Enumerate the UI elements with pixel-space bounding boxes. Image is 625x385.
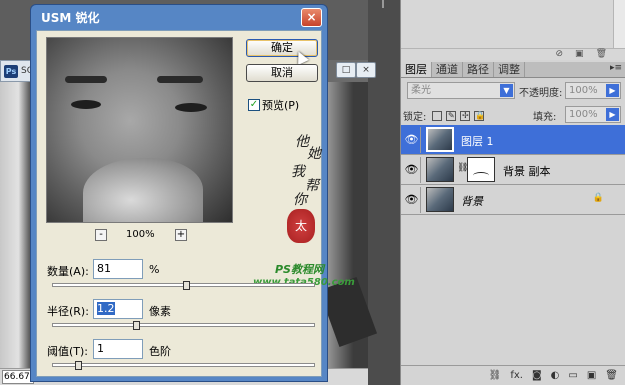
close-window-button[interactable]: × xyxy=(356,62,376,78)
trash-icon[interactable]: 🗑 xyxy=(605,370,618,381)
new-group-icon[interactable]: ▭ xyxy=(568,370,577,381)
radius-slider-track[interactable] xyxy=(52,323,315,327)
upper-panel-scrollbar[interactable] xyxy=(613,0,625,48)
ok-button[interactable]: 确定 xyxy=(246,39,318,57)
tab-channels[interactable]: 通道 xyxy=(432,62,463,77)
preview-eye-left xyxy=(71,100,101,109)
preview-brow-right xyxy=(157,76,203,83)
tab-adjustments[interactable]: 调整 xyxy=(494,62,525,77)
tab-paths[interactable]: 路径 xyxy=(463,62,494,77)
zoom-out-button[interactable]: - xyxy=(95,229,107,241)
lock-pixels-icon[interactable]: ✎ xyxy=(446,110,457,121)
layer-mask-thumbnail[interactable] xyxy=(467,157,495,182)
lock-all-icon[interactable]: 🔒 xyxy=(474,110,485,121)
chevron-right-icon: ▶ xyxy=(606,108,619,121)
layer-name: 图层 1 xyxy=(461,135,494,148)
chevron-down-icon: ▼ xyxy=(500,84,513,97)
trash-icon[interactable]: 🗑 xyxy=(596,49,607,60)
new-item-icon[interactable]: ▣ xyxy=(575,49,584,60)
add-mask-icon[interactable]: ◙ xyxy=(532,370,542,381)
watermark-site-name: PS教程网 xyxy=(275,263,324,276)
blend-mode-value: 柔光 xyxy=(411,85,431,96)
radius-input[interactable]: 1.2 xyxy=(93,299,143,319)
layer-name: 背景 副本 xyxy=(503,165,551,178)
cancel-button[interactable]: 取消 xyxy=(246,64,318,82)
layer-row[interactable]: 👁 背景 🔒 xyxy=(401,185,625,215)
layer-row[interactable]: 👁 图层 1 xyxy=(401,125,625,155)
opacity-field[interactable]: 100% ▶ xyxy=(565,82,621,99)
no-icon[interactable]: ⊘ xyxy=(556,49,564,60)
threshold-input[interactable]: 1 xyxy=(93,339,143,359)
preview-image[interactable] xyxy=(46,37,233,223)
amount-slider-thumb[interactable] xyxy=(182,281,190,290)
lock-position-icon[interactable]: ✢ xyxy=(460,110,471,121)
zoom-in-button[interactable]: + xyxy=(175,229,187,241)
blend-mode-select[interactable]: 柔光 ▼ xyxy=(407,82,515,99)
fill-field[interactable]: 100% ▶ xyxy=(565,106,621,123)
divider-grip[interactable] xyxy=(382,0,384,8)
preview-zoom-percent: 100% xyxy=(126,229,155,240)
lock-transparency-icon[interactable] xyxy=(432,110,443,121)
fx-icon[interactable]: fx. xyxy=(510,370,523,381)
layer-thumbnail xyxy=(426,157,454,182)
preview-eye-right xyxy=(175,103,207,112)
fill-label: 填充: xyxy=(533,112,557,123)
preview-checkbox-row[interactable]: ✓ 预览(P) xyxy=(248,97,299,113)
fill-value: 100% xyxy=(569,109,598,120)
link-layers-icon[interactable]: ⛓ xyxy=(489,370,502,381)
upper-panel-footer: ⊘ ▣ 🗑 xyxy=(401,48,625,60)
layers-panel: 图层 通道 路径 调整 ▸≡ 柔光 ▼ 不透明度: 100% ▶ 锁定: ✎ ✢… xyxy=(400,60,625,385)
dialog-title: USM 锐化 xyxy=(41,11,100,25)
amount-input[interactable]: 81 xyxy=(93,259,143,279)
layers-panel-footer: ⛓ fx. ◙ ◐ ▭ ▣ 🗑 xyxy=(401,365,625,385)
watermark-seal-icon: 太 xyxy=(287,209,315,243)
lock-row: 锁定: ✎ ✢ 🔒 xyxy=(403,108,488,123)
dialog-body: - 100% + 确定 取消 ✓ 预览(P) 他 她 我 帮 你 太 PS教程网… xyxy=(36,30,355,377)
threshold-label: 阈值(T): xyxy=(47,345,89,358)
dialog-close-button[interactable]: × xyxy=(301,8,322,27)
threshold-slider-thumb[interactable] xyxy=(75,361,82,370)
watermark-char: 她 xyxy=(307,146,321,162)
opacity-label: 不透明度: xyxy=(519,88,563,99)
preview-checkbox-label: 预览(P) xyxy=(262,99,300,112)
watermark-char: 你 xyxy=(293,192,307,208)
amount-label: 数量(A): xyxy=(47,265,89,278)
watermark-char: 帮 xyxy=(305,178,319,194)
radius-unit: 像素 xyxy=(149,305,171,318)
radius-label: 半径(R): xyxy=(47,305,89,318)
threshold-slider-track[interactable] xyxy=(52,363,315,367)
eye-icon[interactable]: 👁 xyxy=(403,157,421,183)
layer-name: 背景 xyxy=(461,195,483,208)
upper-panel: ⊘ ▣ 🗑 xyxy=(400,0,625,60)
preview-hand xyxy=(83,158,203,222)
radius-slider-thumb[interactable] xyxy=(133,321,140,330)
panel-menu-icon[interactable]: ▸≡ xyxy=(610,63,622,73)
layer-row[interactable]: 👁 ⛓ 背景 副本 xyxy=(401,155,625,185)
adjustment-layer-icon[interactable]: ◐ xyxy=(551,370,560,381)
opacity-value: 100% xyxy=(569,85,598,96)
layer-thumbnail xyxy=(426,127,454,152)
photoshop-logo-icon: Ps xyxy=(4,64,18,78)
watermark-char: 我 xyxy=(291,164,305,180)
chevron-right-icon: ▶ xyxy=(606,84,619,97)
usm-sharpen-dialog: USM 锐化 × - 100% + 确定 取消 ✓ 预览(P) 他 她 我 帮 … xyxy=(30,4,355,382)
layer-thumbnail xyxy=(426,187,454,212)
preview-brow-left xyxy=(65,76,107,83)
eye-icon[interactable]: 👁 xyxy=(403,127,421,153)
maximize-window-button[interactable]: □ xyxy=(336,62,356,78)
amount-unit: % xyxy=(149,263,160,276)
preview-checkbox[interactable]: ✓ xyxy=(248,99,260,111)
eye-icon[interactable]: 👁 xyxy=(403,187,421,213)
threshold-unit: 色阶 xyxy=(149,345,171,358)
watermark: 他 她 我 帮 你 太 xyxy=(277,131,323,281)
new-layer-icon[interactable]: ▣ xyxy=(587,370,596,381)
tab-layers[interactable]: 图层 xyxy=(401,62,432,77)
lock-label: 锁定: xyxy=(403,112,427,123)
radius-value: 1.2 xyxy=(97,302,115,315)
layers-panel-tabs: 图层 通道 路径 调整 xyxy=(401,62,625,78)
lock-icon: 🔒 xyxy=(592,193,604,203)
